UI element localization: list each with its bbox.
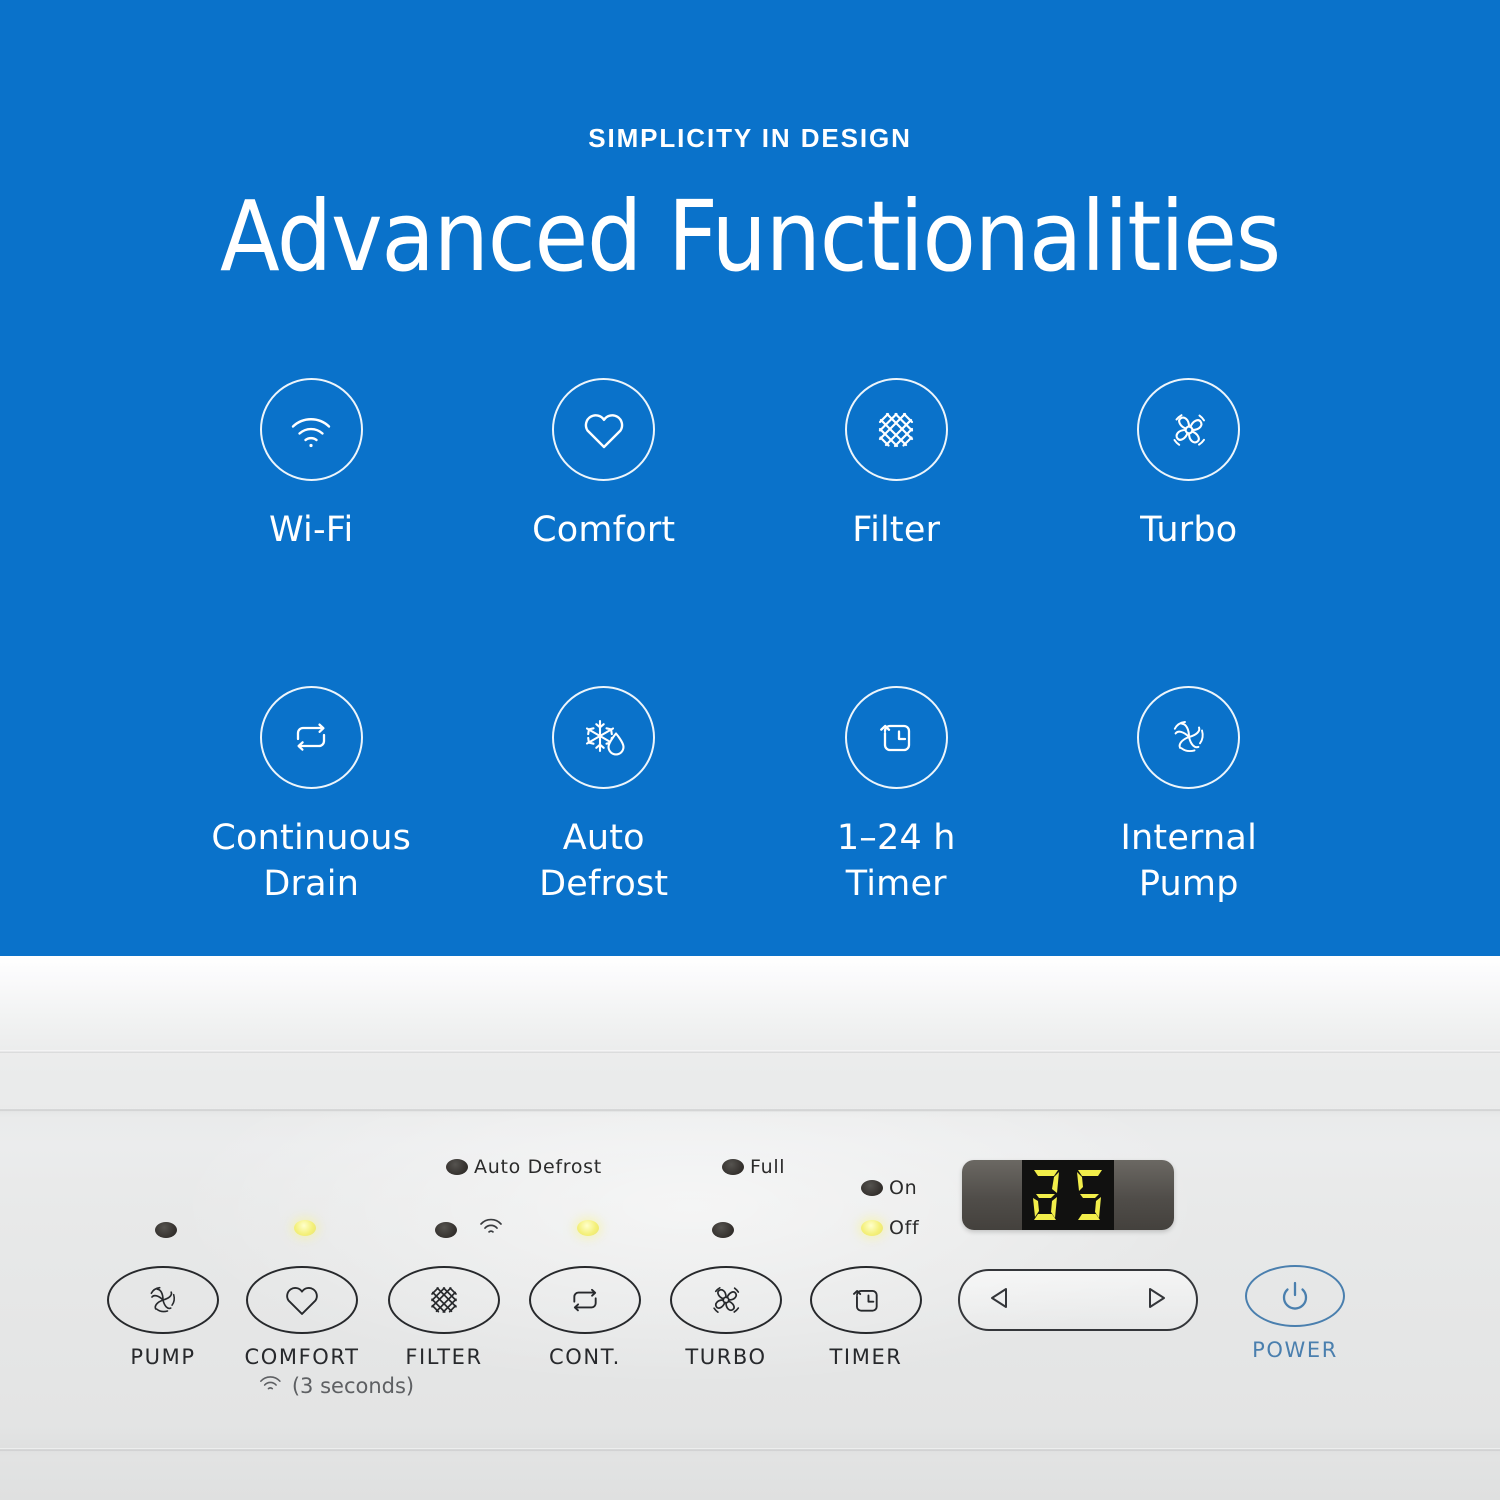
feature-label: Continuous Drain (211, 817, 412, 905)
wifi-icon (478, 1217, 504, 1242)
comfort-led (294, 1220, 316, 1236)
display-digit-1 (1033, 1170, 1059, 1220)
off-led (861, 1220, 883, 1236)
feature-timer: 1–24 h Timer (750, 685, 1043, 908)
humidity-display (962, 1160, 1174, 1230)
clock-timer-icon (844, 685, 948, 789)
turbo-led (712, 1222, 734, 1238)
feature-row-2: Continuous Drain Auto Defrost 1–24 h Tim… (165, 685, 1336, 908)
pump-button[interactable] (107, 1266, 219, 1334)
on-label: On (889, 1177, 918, 1199)
feature-label: Internal Pump (1120, 817, 1257, 905)
continuous-drain-button[interactable] (529, 1266, 641, 1334)
turbo-button-label: TURBO (685, 1345, 767, 1369)
display-digits (1026, 1167, 1110, 1223)
comfort-hold-hint-text: (3 seconds) (291, 1374, 415, 1398)
triangle-right-icon[interactable] (1144, 1284, 1170, 1317)
feature-label: Auto Defrost (539, 817, 669, 905)
auto-defrost-led (446, 1159, 468, 1175)
continuous-drain-button-label: CONT. (549, 1345, 621, 1369)
comfort-button-label: COMFORT (244, 1345, 360, 1369)
timer-button[interactable] (810, 1266, 922, 1334)
power-button-label: POWER (1252, 1338, 1338, 1362)
full-label: Full (750, 1156, 786, 1178)
filter-led (435, 1222, 457, 1238)
feature-continuous-drain: Continuous Drain (165, 685, 458, 908)
product-seam-mid (0, 1108, 1500, 1112)
filter-button-label: FILTER (405, 1345, 483, 1369)
comfort-button[interactable] (246, 1266, 358, 1334)
cont-led (577, 1220, 599, 1236)
auto-defrost-label: Auto Defrost (474, 1156, 602, 1178)
pump-led (155, 1222, 177, 1238)
comfort-hold-hint: (3 seconds) (258, 1374, 414, 1398)
power-button[interactable] (1245, 1265, 1345, 1327)
display-window (1022, 1160, 1114, 1230)
wifi-icon (258, 1374, 283, 1398)
power-icon (1282, 1281, 1308, 1310)
timer-button-label: TIMER (829, 1345, 903, 1369)
product-seam-bottom (0, 1448, 1500, 1452)
full-led (722, 1159, 744, 1175)
feature-auto-defrost: Auto Defrost (458, 685, 751, 908)
on-led (861, 1180, 883, 1196)
loop-arrows-icon (259, 685, 363, 789)
off-label: Off (889, 1217, 920, 1239)
control-panel: Auto Defrost Full On Off PUMP COMFORT (3… (0, 0, 1500, 1398)
feature-label: 1–24 h Timer (836, 817, 956, 905)
turbo-button[interactable] (670, 1266, 782, 1334)
triangle-left-icon[interactable] (986, 1284, 1012, 1317)
value-rocker[interactable] (958, 1269, 1198, 1331)
product-seam-top (0, 1050, 1500, 1053)
pump-button-label: PUMP (130, 1345, 196, 1369)
filter-button[interactable] (388, 1266, 500, 1334)
feature-internal-pump: Internal Pump (1043, 685, 1336, 908)
snowflake-drop-icon (552, 685, 656, 789)
display-digit-2 (1077, 1170, 1102, 1220)
product-feature-graphic: SIMPLICITY IN DESIGN Advanced Functional… (0, 0, 1500, 1500)
impeller-pump-icon (1137, 685, 1241, 789)
product-photo (0, 956, 1500, 1500)
